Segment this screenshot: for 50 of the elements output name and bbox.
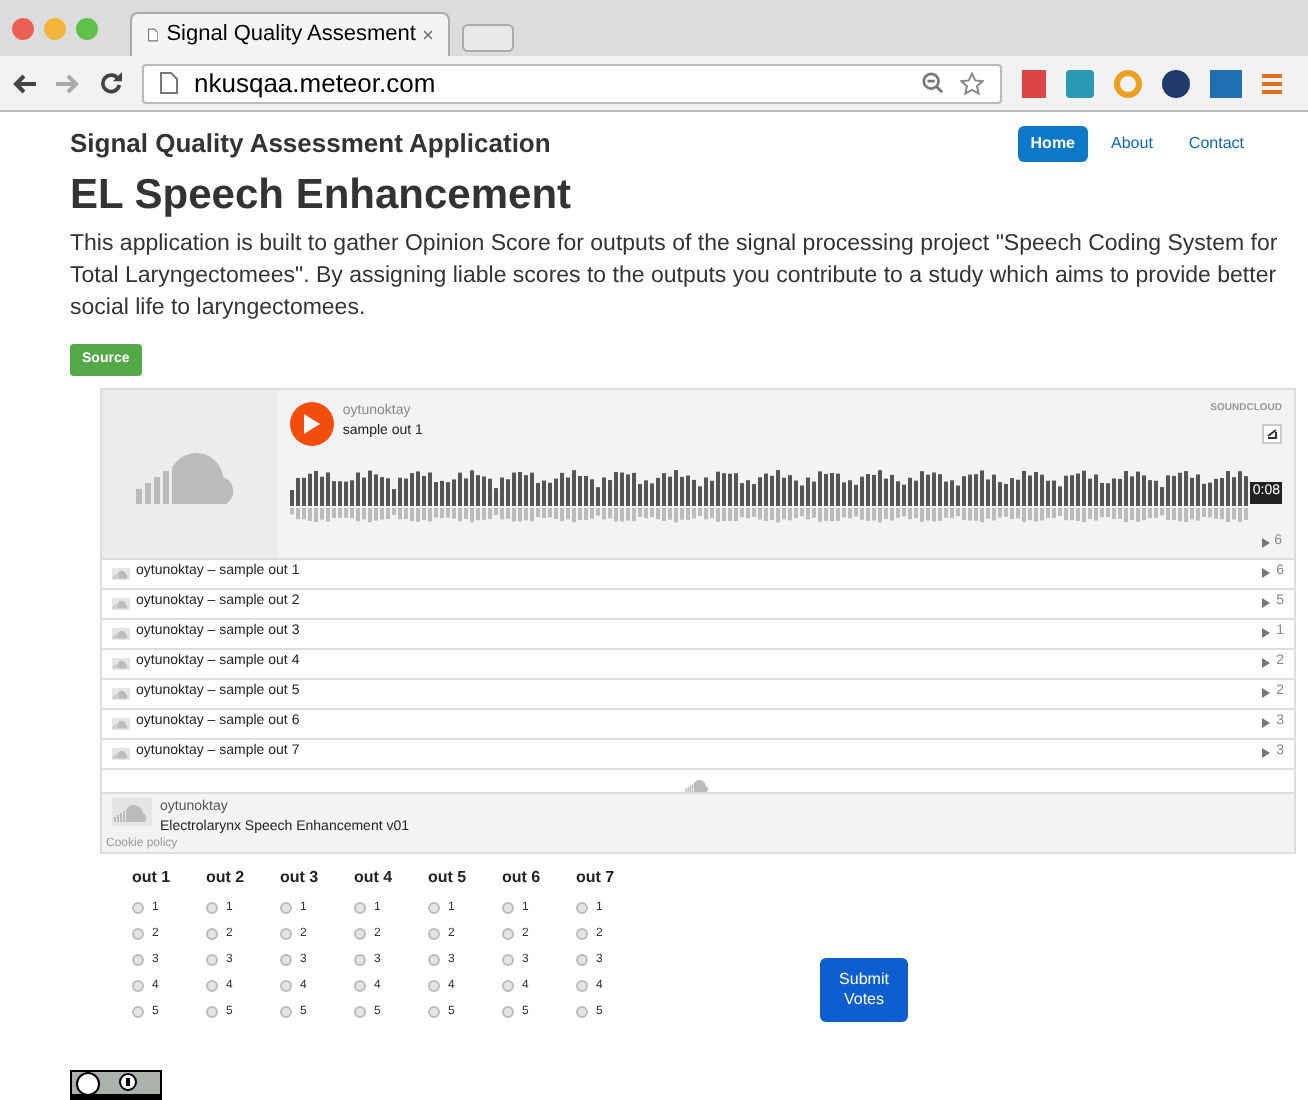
- column-heading: out 7: [576, 865, 617, 889]
- track-cloud-icon: [112, 567, 130, 579]
- track-cloud-icon: [112, 627, 130, 639]
- share-icon[interactable]: [1262, 424, 1282, 444]
- playlist-cloud-icon: [112, 797, 152, 825]
- page-icon: [148, 24, 159, 46]
- page-heading: EL Speech Enhancement: [70, 169, 574, 221]
- play-icon: [304, 413, 321, 433]
- column-heading: out 5: [428, 865, 469, 889]
- track-cloud-icon: [112, 597, 130, 609]
- column-heading: out 4: [354, 865, 395, 889]
- play-count-icon: [1262, 568, 1271, 578]
- close-tab-icon[interactable]: [423, 28, 432, 42]
- zoom-icon[interactable]: [922, 72, 944, 94]
- intro-paragraph: This application is built to gather Opinion Score for outputs of the signal processing project "Speech Coding System for Total Laryngectomees". By assigning liable scores to the outputs you contribute to a study which aims to provide better social life to laryngectomees.: [70, 229, 1280, 323]
- star-icon[interactable]: [960, 71, 984, 95]
- track-cloud-icon: [112, 747, 130, 759]
- track-cloud-icon: [112, 657, 130, 669]
- play-count-icon: [1262, 688, 1271, 698]
- brand-title: Signal Quality Assessment Application: [70, 126, 551, 162]
- bookmark-icon[interactable]: [1022, 69, 1046, 97]
- column-heading: out 3: [280, 865, 321, 889]
- forward-icon[interactable]: [56, 73, 80, 93]
- submit-votes-button[interactable]: Submit Votes: [820, 957, 908, 1021]
- nav-link[interactable]: Home: [1018, 125, 1088, 162]
- ring-icon[interactable]: [1114, 69, 1142, 97]
- new-tab-button[interactable]: [462, 24, 514, 52]
- play-button[interactable]: [290, 401, 335, 445]
- reload-icon[interactable]: [100, 72, 122, 94]
- extension-icon[interactable]: [1162, 69, 1190, 97]
- column-heading: out 1: [132, 865, 173, 889]
- menu-icon[interactable]: [1262, 71, 1282, 95]
- nav-link[interactable]: Contact: [1176, 125, 1256, 162]
- play-count-icon: [1262, 628, 1271, 638]
- nav-link[interactable]: About: [1099, 125, 1165, 162]
- play-count-icon: [1262, 718, 1271, 728]
- browser-tab[interactable]: Signal Quality Assesment: [130, 12, 450, 56]
- track-cloud-icon: [112, 717, 130, 729]
- column-heading: out 2: [206, 865, 247, 889]
- track-cloud-icon: [112, 687, 130, 699]
- play-count-icon: [1262, 748, 1271, 758]
- column-heading: out 6: [502, 865, 543, 889]
- page-icon: [160, 72, 178, 94]
- close-window-icon[interactable]: [12, 17, 34, 39]
- back-icon[interactable]: [12, 73, 36, 93]
- extension-icon[interactable]: [1210, 69, 1242, 97]
- play-count-icon: [1262, 598, 1271, 608]
- address-bar[interactable]: nkusqaa.meteor.com: [142, 63, 1002, 103]
- play-count-icon: [1262, 658, 1271, 668]
- play-count-icon: [1262, 537, 1271, 548]
